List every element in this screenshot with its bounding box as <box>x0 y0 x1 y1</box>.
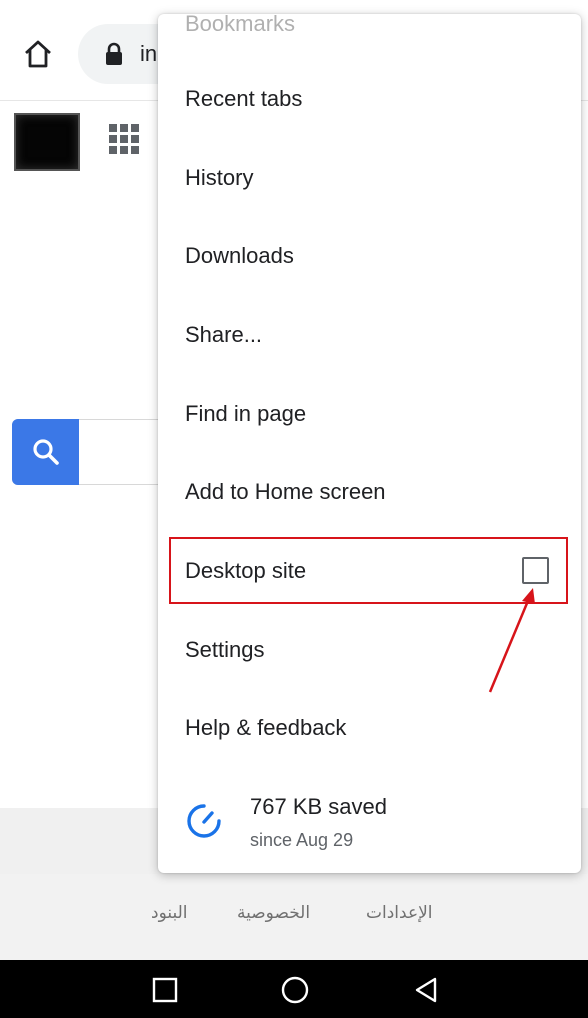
data-saver-icon <box>187 804 221 838</box>
site-logo-thumbnail[interactable] <box>14 113 80 171</box>
recents-icon[interactable] <box>150 975 180 1005</box>
back-icon[interactable] <box>411 975 441 1005</box>
annotation-highlight-box <box>169 537 568 604</box>
menu-item-add-to-home-screen[interactable]: Add to Home screen <box>158 452 581 531</box>
menu-item-label: Find in page <box>185 400 307 426</box>
home-button[interactable] <box>18 36 58 72</box>
menu-item-recent-tabs[interactable]: Recent tabs <box>158 59 581 138</box>
url-text: in <box>140 41 158 66</box>
footer-link-terms[interactable]: البنود <box>151 903 188 923</box>
menu-item-label: Downloads <box>185 242 294 268</box>
footer-link-privacy[interactable]: الخصوصية <box>237 903 310 923</box>
savings-amount: 767 KB saved <box>250 794 387 819</box>
menu-item-settings[interactable]: Settings <box>158 610 581 689</box>
search-icon <box>32 439 59 465</box>
menu-item-help-feedback[interactable]: Help & feedback <box>158 688 581 767</box>
page-footer: الإعدادات الخصوصية البنود <box>0 874 588 960</box>
apps-grid-icon[interactable] <box>109 124 139 154</box>
menu-item-bookmarks[interactable]: Bookmarks <box>158 14 581 63</box>
home-icon <box>25 40 51 68</box>
home-circle-icon[interactable] <box>280 975 310 1005</box>
menu-item-label: Share... <box>185 321 263 347</box>
menu-item-share[interactable]: Share... <box>158 295 581 374</box>
menu-item-downloads[interactable]: Downloads <box>158 216 581 295</box>
menu-item-find-in-page[interactable]: Find in page <box>158 374 581 453</box>
menu-item-label: Add to Home screen <box>185 478 386 504</box>
lock-icon <box>106 42 122 65</box>
data-savings-item[interactable]: 767 KB saved since Aug 29 <box>158 784 581 873</box>
menu-item-label: History <box>185 164 254 190</box>
overflow-menu: Bookmarks Recent tabs History Downloads … <box>158 14 581 873</box>
menu-item-label: Recent tabs <box>185 85 303 111</box>
search-button[interactable] <box>12 419 79 485</box>
menu-item-history[interactable]: History <box>158 138 581 217</box>
savings-since: since Aug 29 <box>250 830 354 850</box>
menu-item-label: Settings <box>185 636 265 662</box>
menu-item-label: Help & feedback <box>185 714 347 740</box>
footer-link-settings[interactable]: الإعدادات <box>366 903 433 923</box>
android-nav-bar <box>0 960 588 1018</box>
